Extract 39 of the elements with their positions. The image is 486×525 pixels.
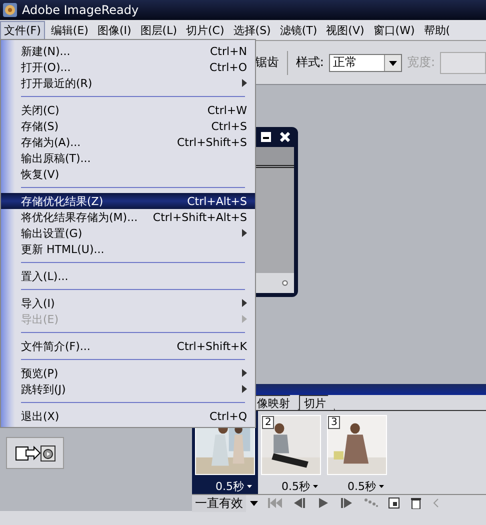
menu-item[interactable]: 视图(V) [323,22,368,38]
menu-entry[interactable]: 关闭(C) Ctrl+W [1,102,255,118]
menu-item[interactable]: 编辑(E) [48,22,92,38]
frame-number: 3 [328,416,340,429]
menu-item[interactable]: 帮助( [420,22,454,38]
menu-item[interactable]: 选择(S) [230,22,274,38]
menu-entry[interactable]: 新建(N)... Ctrl+N [1,43,255,59]
antialias-label: 锯齿 [255,54,279,71]
style-label: 样式: [296,54,324,71]
menu-entry[interactable]: 置入(L)... [1,268,255,284]
panel-tab[interactable]: 切片 [299,395,335,410]
window-title: Adobe ImageReady [22,3,139,17]
menu-entry[interactable]: 将优化结果存储为(M)... Ctrl+Shift+Alt+S [1,209,255,225]
frame-delay[interactable]: 0.5秒 [216,479,244,494]
loop-dropdown[interactable]: 一直有效 [192,494,246,512]
menu-entry[interactable]: 文件简介(F)... Ctrl+Shift+K [1,338,255,354]
frame-delay[interactable]: 0.5秒 [282,479,310,494]
menu-entry[interactable]: 打开最近的(R) [1,75,255,91]
menu-entry[interactable]: 输出原稿(T)... [1,150,255,166]
menu-item[interactable]: 滤镜(T) [276,22,320,38]
menu-item[interactable]: 图层(L) [137,22,180,38]
menu-entry[interactable]: 导入(I) [1,295,255,311]
menu-entry[interactable]: 存储优化结果(Z) Ctrl+Alt+S [1,193,255,209]
menu-entry[interactable]: 跳转到(J) [1,381,255,397]
frame-number: 2 [262,416,274,429]
menu-item[interactable]: 文件(F) [0,20,45,40]
menu-entry[interactable]: 打开(O)... Ctrl+O [1,59,255,75]
menu-item[interactable]: 窗口(W) [370,22,418,38]
menu-item[interactable]: 图像(I) [94,22,134,38]
menu-entry[interactable]: 存储为(A)... Ctrl+Shift+S [1,134,255,150]
style-dropdown[interactable]: 正常 [328,54,402,72]
menu-entry[interactable]: 存储(S) Ctrl+S [1,118,255,134]
menu-entry[interactable]: 输出设置(G) [1,225,255,241]
menu-entry[interactable]: 更新 HTML(U)... [1,241,255,257]
frame-delay[interactable]: 0.5秒 [348,479,376,494]
menu-entry[interactable]: 恢复(V) [1,166,255,182]
menu-item[interactable]: 切片(C) [183,22,228,38]
width-label: 宽度: [406,54,435,71]
menu-entry[interactable]: 预览(P) [1,365,255,381]
